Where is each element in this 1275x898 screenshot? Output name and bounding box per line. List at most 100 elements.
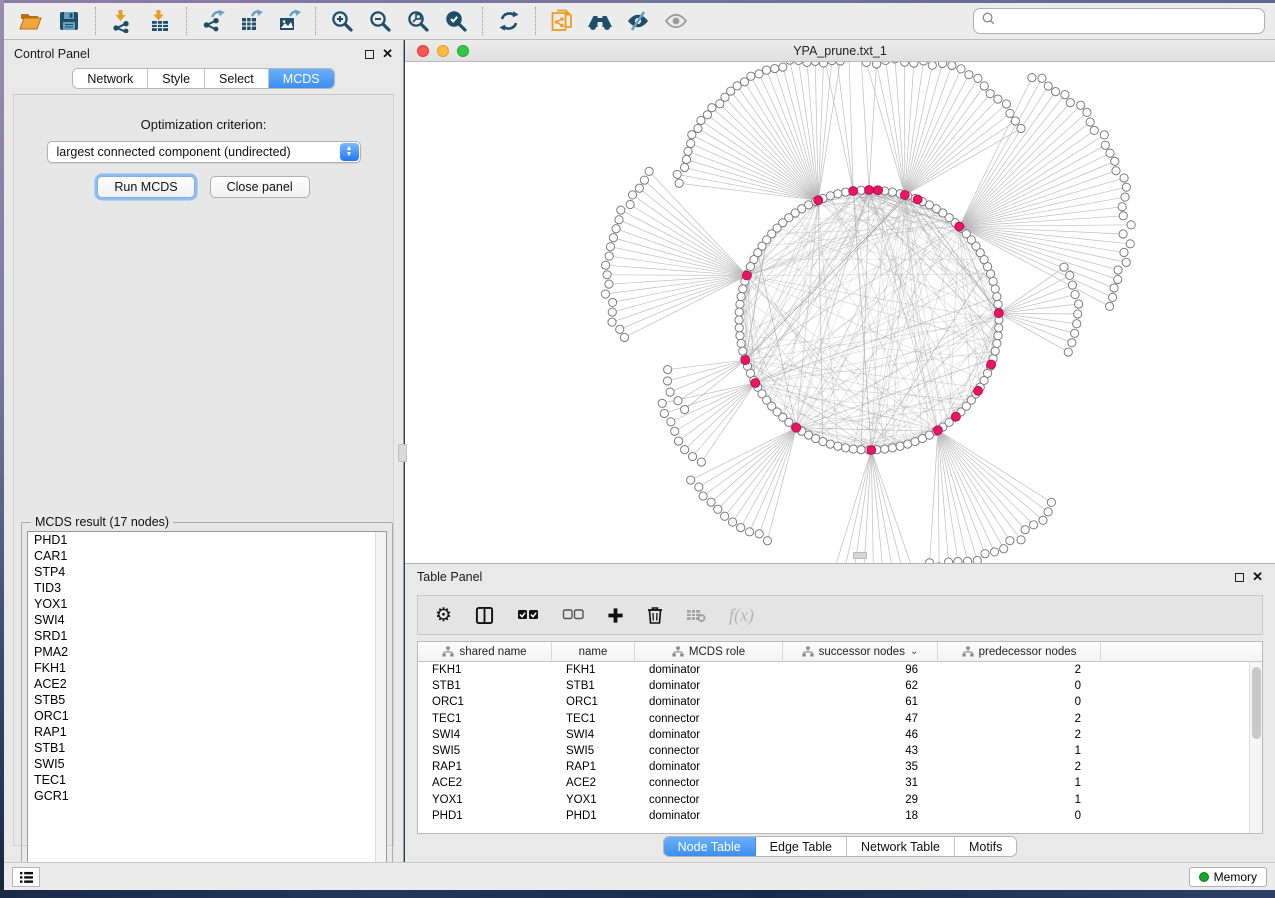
mcds-result-item[interactable]: YOX1	[28, 596, 386, 612]
mcds-result-item[interactable]: PMA2	[28, 644, 386, 660]
table-row[interactable]: STB1STB1dominator620	[418, 678, 1262, 694]
mcds-list-scrollbar[interactable]	[375, 532, 386, 886]
table-tab-motifs[interactable]: Motifs	[955, 837, 1016, 856]
mcds-result-item[interactable]: ACE2	[28, 676, 386, 692]
export-table-icon[interactable]	[234, 6, 268, 36]
table-row[interactable]: FKH1FKH1dominator962	[418, 662, 1262, 678]
optimization-label: Optimization criterion:	[14, 117, 393, 132]
table-tab-edge-table[interactable]: Edge Table	[756, 837, 847, 856]
cell-succ: 29	[783, 794, 938, 806]
export-network-icon[interactable]	[196, 6, 230, 36]
column-header-predecessor-nodes[interactable]: predecessor nodes	[938, 642, 1101, 661]
cell-succ: 96	[783, 664, 938, 676]
tab-network[interactable]: Network	[73, 69, 148, 88]
clone-network-icon[interactable]	[545, 6, 579, 36]
table-row[interactable]: ACE2ACE2connector311	[418, 775, 1262, 791]
tab-style[interactable]: Style	[148, 69, 205, 88]
select-all-icon[interactable]	[517, 608, 539, 622]
cell-role: connector	[635, 713, 783, 725]
hide-selected-icon[interactable]	[621, 6, 655, 36]
open-icon[interactable]	[14, 6, 48, 36]
table-row[interactable]: TEC1TEC1connector472	[418, 711, 1262, 727]
tab-mcds[interactable]: MCDS	[269, 69, 334, 88]
cell-shared: ACE2	[418, 777, 552, 789]
search-box[interactable]	[973, 8, 1265, 34]
cell-shared: ORC1	[418, 696, 552, 708]
mcds-result-item[interactable]: STP4	[28, 564, 386, 580]
table-row[interactable]: SWI5SWI5connector431	[418, 743, 1262, 759]
table-close-icon[interactable]: ✕	[1252, 572, 1263, 582]
add-column-icon[interactable]	[607, 607, 624, 624]
toolbar-separator	[95, 7, 96, 35]
column-header-successor-nodes[interactable]: successor nodes⌄	[783, 642, 938, 661]
import-table-icon[interactable]	[143, 6, 177, 36]
cell-succ: 35	[783, 761, 938, 773]
table-row[interactable]: PHD1PHD1dominator180	[418, 808, 1262, 824]
mcds-result-item[interactable]: GCR1	[28, 788, 386, 804]
mcds-result-item[interactable]: PHD1	[28, 532, 386, 548]
node-table[interactable]: shared namenameMCDS rolesuccessor nodes⌄…	[417, 641, 1263, 834]
table-tab-node-table[interactable]: Node Table	[664, 837, 756, 856]
close-panel-button[interactable]: Close panel	[210, 176, 310, 198]
zoom-in-icon[interactable]	[325, 6, 359, 36]
optimization-select[interactable]: largest connected component (undirected)…	[47, 141, 361, 163]
optimization-selected-value: largest connected component (undirected)	[57, 145, 291, 159]
network-window-title: YPA_prune.txt_1	[405, 44, 1275, 58]
zoom-out-icon[interactable]	[363, 6, 397, 36]
import-network-icon[interactable]	[105, 6, 139, 36]
column-header-name[interactable]: name	[552, 642, 635, 661]
mcds-result-item[interactable]: TEC1	[28, 772, 386, 788]
deselect-all-icon[interactable]	[562, 608, 584, 622]
search-input[interactable]	[996, 11, 1264, 31]
mcds-result-item[interactable]: RAP1	[28, 724, 386, 740]
run-mcds-button[interactable]: Run MCDS	[97, 176, 194, 198]
close-panel-icon[interactable]: ✕	[382, 49, 393, 59]
table-tab-network-table[interactable]: Network Table	[847, 837, 955, 856]
canvas-splitter-grip[interactable]	[853, 552, 867, 559]
table-scrollbar-thumb[interactable]	[1252, 667, 1261, 739]
mcds-result-item[interactable]: TID3	[28, 580, 386, 596]
table-float-icon[interactable]	[1235, 573, 1244, 582]
table-row[interactable]: RAP1RAP1dominator352	[418, 759, 1262, 775]
memory-label: Memory	[1214, 870, 1257, 884]
cell-name: SWI5	[552, 745, 635, 757]
table-row[interactable]: YOX1YOX1connector291	[418, 792, 1262, 808]
mcds-result-item[interactable]: SWI4	[28, 612, 386, 628]
show-all-icon[interactable]	[659, 6, 693, 36]
network-canvas[interactable]	[405, 62, 1275, 563]
save-icon[interactable]	[52, 6, 86, 36]
table-panel: Table Panel ✕ ⚙f(x) shared namenameMCDS …	[405, 563, 1275, 862]
panel-splitter-handle[interactable]	[398, 444, 407, 462]
column-header-MCDS-role[interactable]: MCDS role	[635, 642, 783, 661]
mcds-result-item[interactable]: SWI5	[28, 756, 386, 772]
zoom-fit-icon[interactable]	[401, 6, 435, 36]
delete-column-icon[interactable]	[647, 606, 663, 624]
search-network-icon[interactable]	[583, 6, 617, 36]
cell-shared: SWI4	[418, 729, 552, 741]
settings-icon[interactable]: ⚙	[435, 606, 452, 625]
float-panel-icon[interactable]	[365, 50, 374, 59]
table-row[interactable]: SWI4SWI4dominator462	[418, 727, 1262, 743]
tab-select[interactable]: Select	[205, 69, 269, 88]
export-image-icon[interactable]	[272, 6, 306, 36]
mcds-result-item[interactable]: CAR1	[28, 548, 386, 564]
mcds-result-item[interactable]: STB5	[28, 692, 386, 708]
network-window-titlebar[interactable]: YPA_prune.txt_1	[405, 40, 1275, 62]
mcds-result-item[interactable]: FKH1	[28, 660, 386, 676]
table-scrollbar[interactable]	[1249, 662, 1262, 833]
mcds-result-item[interactable]: STB1	[28, 740, 386, 756]
mcds-result-title: MCDS result (17 nodes)	[31, 515, 173, 529]
mcds-result-list[interactable]: PHD1CAR1STP4TID3YOX1SWI4SRD1PMA2FKH1ACE2…	[27, 531, 387, 887]
table-toolbar: ⚙f(x)	[417, 595, 1263, 635]
mcds-result-item[interactable]: ORC1	[28, 708, 386, 724]
cell-name: STB1	[552, 680, 635, 692]
memory-button[interactable]: Memory	[1189, 867, 1267, 887]
mcds-result-item[interactable]: SRD1	[28, 628, 386, 644]
refresh-icon[interactable]	[492, 6, 526, 36]
table-row[interactable]: ORC1ORC1dominator610	[418, 694, 1262, 710]
show-panels-button[interactable]	[12, 867, 40, 887]
zoom-selected-icon[interactable]	[439, 6, 473, 36]
column-header-shared-name[interactable]: shared name	[418, 642, 552, 661]
network-graph[interactable]	[405, 62, 1275, 563]
columns-icon[interactable]	[475, 606, 494, 625]
